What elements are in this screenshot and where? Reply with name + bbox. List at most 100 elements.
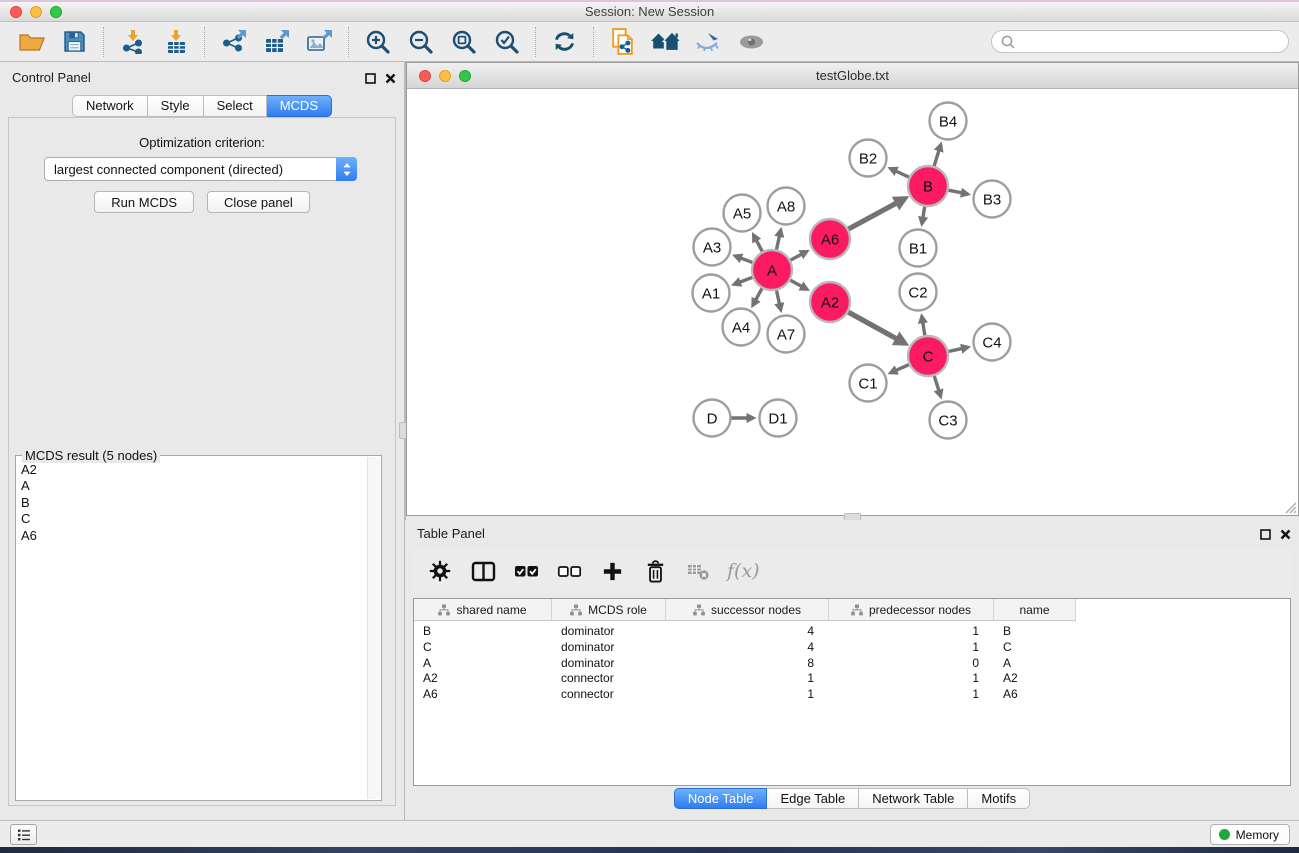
tab-network-table[interactable]: Network Table: [859, 788, 968, 809]
mcds-result-item[interactable]: B: [17, 495, 366, 511]
zoom-selected-button[interactable]: [485, 26, 528, 58]
open-session-button[interactable]: [10, 26, 53, 58]
close-panel-button[interactable]: [385, 71, 396, 89]
graph-node-B4[interactable]: B4: [930, 103, 967, 140]
tab-select[interactable]: Select: [204, 95, 267, 117]
graph-node-D1[interactable]: D1: [760, 400, 797, 437]
graph-edge-A-A2[interactable]: [789, 279, 808, 289]
mcds-result-item[interactable]: A2: [17, 462, 366, 478]
delete-columns-button[interactable]: [641, 555, 669, 587]
tab-edge-table[interactable]: Edge Table: [767, 788, 859, 809]
graph-node-C3[interactable]: C3: [930, 402, 967, 439]
graph-node-A5[interactable]: A5: [724, 195, 761, 232]
graph-edge-A-A3[interactable]: [735, 256, 754, 263]
graph-node-A3[interactable]: A3: [694, 229, 731, 266]
table-row[interactable]: Cdominator41C: [414, 640, 1290, 656]
graph-node-C4[interactable]: C4: [974, 324, 1011, 361]
reset-layout-button[interactable]: [644, 26, 687, 58]
tab-style[interactable]: Style: [148, 95, 204, 117]
task-history-button[interactable]: [10, 824, 37, 845]
graph-edge-A-A4[interactable]: [753, 287, 763, 306]
graph-edge-A2-C[interactable]: [847, 311, 906, 343]
tab-motifs[interactable]: Motifs: [968, 788, 1030, 809]
deselect-all-checkboxes-button[interactable]: [555, 555, 583, 587]
mcds-result-item[interactable]: C: [17, 511, 366, 527]
zoom-fit-button[interactable]: [442, 26, 485, 58]
export-image-button[interactable]: [298, 26, 341, 58]
minimize-network-window-button[interactable]: [439, 70, 451, 82]
select-all-checkboxes-button[interactable]: [512, 555, 540, 587]
maximize-network-window-button[interactable]: [459, 70, 471, 82]
graph-node-A6[interactable]: A6: [810, 219, 850, 259]
mcds-result-item[interactable]: A6: [17, 528, 366, 544]
refresh-view-button[interactable]: [543, 26, 586, 58]
graph-edge-B-B3[interactable]: [947, 190, 968, 194]
column-header-predecessor-nodes[interactable]: predecessor nodes: [829, 599, 994, 621]
graph-edge-B-B4[interactable]: [934, 144, 941, 167]
table-row[interactable]: Bdominator41B: [414, 624, 1290, 640]
graph-node-B[interactable]: B: [908, 166, 948, 206]
graph-node-C2[interactable]: C2: [900, 274, 937, 311]
graph-edge-A6-B[interactable]: [847, 198, 905, 230]
graph-node-A8[interactable]: A8: [768, 188, 805, 225]
graph-edge-C-C4[interactable]: [947, 347, 969, 352]
function-builder-button[interactable]: f(x): [727, 555, 760, 587]
import-network-button[interactable]: [111, 26, 154, 58]
search-box[interactable]: [991, 30, 1289, 53]
zoom-in-button[interactable]: [356, 26, 399, 58]
graph-edge-A-A7[interactable]: [776, 289, 781, 311]
graph-node-B2[interactable]: B2: [850, 140, 887, 177]
close-network-window-button[interactable]: [419, 70, 431, 82]
graph-node-A4[interactable]: A4: [723, 309, 760, 346]
column-header-mcds-role[interactable]: MCDS role: [552, 599, 666, 621]
save-session-button[interactable]: [53, 26, 96, 58]
graph-edge-C-C3[interactable]: [934, 374, 941, 397]
delete-table-button[interactable]: [684, 555, 712, 587]
close-table-panel-button[interactable]: [1280, 527, 1291, 545]
result-list-scrollbar[interactable]: [367, 457, 380, 799]
optimization-criterion-dropdown[interactable]: largest connected component (directed): [44, 157, 357, 181]
graph-edge-B-B1[interactable]: [922, 205, 925, 224]
graph-node-A7[interactable]: A7: [768, 316, 805, 353]
graph-node-B3[interactable]: B3: [974, 181, 1011, 218]
memory-button[interactable]: Memory: [1210, 824, 1290, 845]
column-settings-button[interactable]: [426, 555, 454, 587]
table-row[interactable]: A2connector11A2: [414, 671, 1290, 687]
add-column-button[interactable]: [598, 555, 626, 587]
float-panel-button[interactable]: [365, 71, 376, 89]
table-row[interactable]: Adominator80A: [414, 656, 1290, 672]
tab-network[interactable]: Network: [72, 95, 148, 117]
table-row[interactable]: A6connector11A6: [414, 687, 1290, 703]
graph-node-A1[interactable]: A1: [693, 275, 730, 312]
export-network-button[interactable]: [212, 26, 255, 58]
export-table-button[interactable]: [255, 26, 298, 58]
column-header-name[interactable]: name: [994, 599, 1076, 621]
split-view-button[interactable]: [469, 555, 497, 587]
graph-edge-C-C1[interactable]: [890, 364, 910, 373]
column-header-shared-name[interactable]: shared name: [414, 599, 552, 621]
graph-edge-A-A5[interactable]: [753, 235, 763, 254]
graph-node-C[interactable]: C: [908, 336, 948, 376]
graph-edge-C-C2[interactable]: [922, 316, 925, 337]
run-mcds-button[interactable]: Run MCDS: [94, 191, 194, 213]
toggle-annotations-button[interactable]: [687, 26, 730, 58]
resize-grip-icon[interactable]: [1283, 500, 1297, 514]
column-header-successor-nodes[interactable]: successor nodes: [666, 599, 829, 621]
graph-node-B1[interactable]: B1: [900, 230, 937, 267]
zoom-out-button[interactable]: [399, 26, 442, 58]
tab-node-table[interactable]: Node Table: [674, 788, 768, 809]
search-input[interactable]: [1020, 31, 1288, 52]
import-table-button[interactable]: [154, 26, 197, 58]
toggle-visibility-button[interactable]: [730, 26, 773, 58]
graph-node-A2[interactable]: A2: [810, 282, 850, 322]
graph-edge-A-A6[interactable]: [789, 251, 807, 261]
mcds-result-item[interactable]: A: [17, 478, 366, 494]
float-table-panel-button[interactable]: [1260, 527, 1271, 545]
graph-edge-A-A8[interactable]: [776, 230, 781, 252]
graph-node-C1[interactable]: C1: [850, 365, 887, 402]
graph-node-D[interactable]: D: [694, 400, 731, 437]
network-canvas[interactable]: B4 B2 B B3 A8A5 A6 A3 B1 A A1 C2 A2 A4A7 C4 C C1 C3 D D1: [407, 89, 1298, 515]
graph-edge-B-B2[interactable]: [890, 168, 911, 178]
graph-node-A[interactable]: A: [752, 250, 792, 290]
close-panel-push-button[interactable]: Close panel: [207, 191, 310, 213]
